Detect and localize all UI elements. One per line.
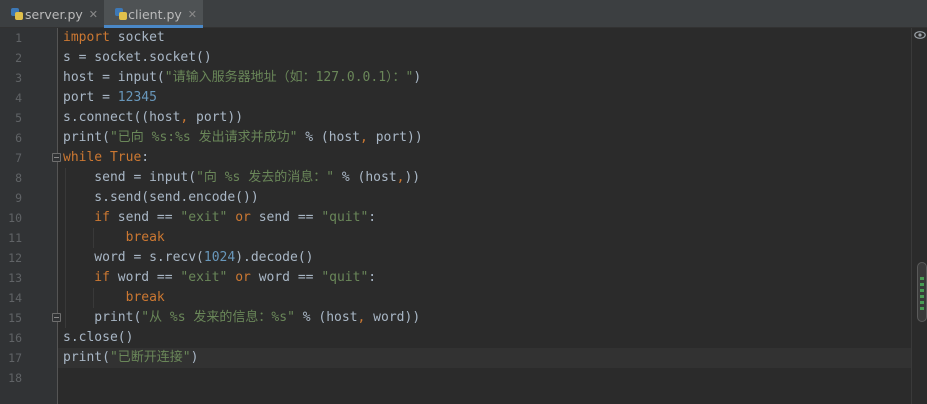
code-text: ) (190, 350, 199, 365)
code-text: port = (63, 90, 118, 105)
code-text: socket (109, 30, 165, 45)
code-line[interactable]: while True: (63, 148, 149, 168)
line-number: 3 (15, 71, 22, 85)
code-text: send == (250, 210, 322, 225)
string-literal: "从 %s 发来的信息：%s" (141, 310, 295, 325)
code-line[interactable]: s = socket.socket() (63, 48, 212, 68)
code-line[interactable]: break (63, 228, 165, 248)
line-number: 9 (15, 191, 22, 205)
comma: , (360, 130, 368, 145)
code-text: port)) (367, 130, 423, 145)
keyword: if (63, 210, 110, 225)
code-text: : (368, 210, 377, 225)
string-literal: "向 %s 发去的消息：" (196, 170, 335, 185)
tab-client-py[interactable]: client.py ✕ (104, 0, 203, 28)
code-line[interactable]: word = s.recv(1024).decode() (63, 248, 313, 268)
code-text: send = input( (63, 170, 197, 185)
fold-marker-icon[interactable] (52, 153, 61, 162)
tab-label: client.py (128, 6, 182, 22)
code-text: % (host (297, 130, 361, 145)
line-number: 15 (8, 311, 22, 325)
keyword: break (63, 290, 165, 305)
string-literal: "exit" (180, 270, 228, 285)
string-literal: "已向 %s:%s 发出请求并成功" (109, 130, 298, 145)
tab-label: server.py (25, 6, 83, 22)
code-line[interactable]: s.connect((host, port)) (63, 108, 243, 128)
code-text: % (host (294, 310, 358, 325)
keyword: while (63, 150, 103, 165)
string-literal: "已断开连接" (109, 350, 191, 365)
tab-server-py[interactable]: server.py ✕ (0, 0, 104, 28)
line-number: 17 (8, 351, 22, 365)
line-number: 2 (15, 51, 22, 65)
string-literal: "quit" (321, 270, 369, 285)
code-text: print( (63, 130, 110, 145)
code-line[interactable]: import socket (63, 28, 165, 48)
code-line[interactable]: print("已断开连接") (63, 348, 198, 368)
code-text: ) (413, 70, 422, 85)
line-number: 13 (8, 271, 22, 285)
code-line[interactable]: if word == "exit" or word == "quit": (63, 268, 376, 288)
code-text: s.connect((host (63, 110, 181, 125)
string-literal: "exit" (180, 210, 228, 225)
vertical-scrollbar[interactable] (917, 262, 927, 322)
line-number: 6 (15, 131, 22, 145)
code-line[interactable]: s.close() (63, 328, 133, 348)
editor-tab-bar: server.py ✕ client.py ✕ (0, 0, 927, 28)
code-text: word)) (365, 310, 421, 325)
code-text: print( (63, 310, 142, 325)
keyword: break (63, 230, 165, 245)
line-number: 5 (15, 111, 22, 125)
code-line[interactable]: break (63, 288, 165, 308)
keyword: or (227, 210, 251, 225)
code-text: s = socket.socket() (63, 50, 212, 65)
string-literal: "请输入服务器地址（如：127.0.0.1）：" (164, 70, 414, 85)
fold-marker-icon[interactable] (52, 313, 61, 322)
code-line[interactable]: if send == "exit" or send == "quit": (63, 208, 376, 228)
code-line[interactable]: print("从 %s 发来的信息：%s" % (host, word)) (63, 308, 420, 328)
line-number: 1 (15, 31, 22, 45)
close-icon[interactable]: ✕ (89, 8, 98, 21)
code-text: )) (404, 170, 421, 185)
code-line[interactable]: print("已向 %s:%s 发出请求并成功" % (host, port)) (63, 128, 423, 148)
line-number: 4 (15, 91, 22, 105)
line-number: 16 (8, 331, 22, 345)
code-text: host = input( (63, 70, 165, 85)
code-line[interactable]: port = 12345 (63, 88, 157, 108)
python-file-icon (114, 7, 127, 21)
line-number: 18 (8, 371, 22, 385)
code-line[interactable]: host = input("请输入服务器地址（如：127.0.0.1）：") (63, 68, 421, 88)
line-number: 7 (15, 151, 22, 165)
code-line[interactable]: send = input("向 %s 发去的消息：" % (host,)) (63, 168, 420, 188)
code-text: word = s.recv( (63, 250, 204, 265)
line-number: 11 (8, 231, 22, 245)
code-text: print( (63, 350, 110, 365)
code-text: : (141, 150, 150, 165)
line-number: 12 (8, 251, 22, 265)
code-text: % (host (334, 170, 397, 185)
python-file-icon (10, 7, 23, 21)
eye-icon[interactable] (914, 30, 926, 40)
keyword: True (102, 150, 142, 165)
code-line[interactable]: s.send(send.encode()) (63, 188, 259, 208)
close-icon[interactable]: ✕ (188, 8, 197, 21)
code-text: word == (250, 270, 322, 285)
line-number: 8 (15, 171, 22, 185)
code-text: ).decode() (235, 250, 314, 265)
keyword: import (63, 30, 110, 45)
keyword: or (227, 270, 251, 285)
code-text: send == (109, 210, 181, 225)
number-literal: 12345 (117, 90, 157, 105)
code-text: s.send(send.encode()) (63, 190, 259, 205)
number-literal: 1024 (203, 250, 236, 265)
line-number: 10 (8, 211, 22, 225)
string-literal: "quit" (321, 210, 369, 225)
keyword: if (63, 270, 110, 285)
code-text: s.close() (63, 330, 134, 345)
code-text: word == (109, 270, 181, 285)
code-text: port)) (188, 110, 244, 125)
line-number: 14 (8, 291, 22, 305)
code-text: : (368, 270, 377, 285)
error-stripe[interactable] (911, 28, 927, 404)
